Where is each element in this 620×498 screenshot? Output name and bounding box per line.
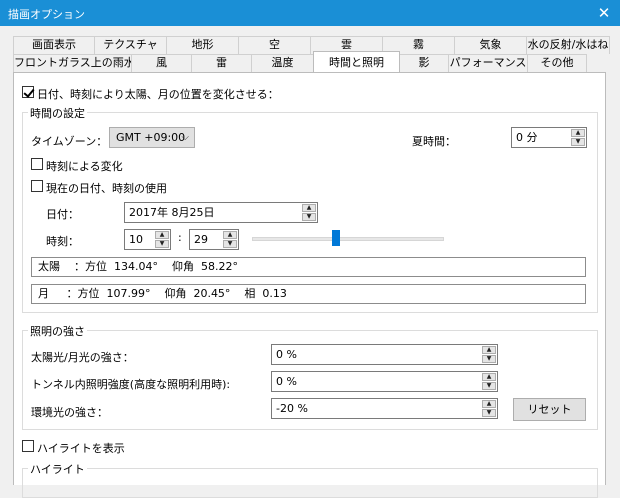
sun-moon-spinner[interactable]: ▲ ▼ — [482, 346, 496, 363]
timezone-value: GMT +09:00 — [116, 131, 186, 144]
date-spinner[interactable]: ▲ ▼ — [302, 204, 316, 221]
date-value: 2017年 8月25日 — [129, 206, 215, 219]
time-slider-track[interactable] — [252, 237, 444, 241]
date-label: 日付： — [46, 208, 79, 221]
ambient-spinner[interactable]: ▲ ▼ — [482, 400, 496, 417]
use-current-checkbox[interactable] — [31, 180, 43, 192]
reset-button[interactable]: リセット — [513, 398, 586, 421]
tab-display[interactable]: 画面表示 — [13, 36, 95, 54]
spin-down-icon[interactable]: ▼ — [571, 138, 585, 146]
spin-down-icon[interactable]: ▼ — [155, 240, 169, 248]
close-icon[interactable]: ✕ — [588, 0, 620, 26]
dst-value: 0 分 — [516, 131, 538, 144]
enable-sun-moon-checkbox[interactable] — [22, 86, 34, 98]
spin-down-icon[interactable]: ▼ — [302, 213, 316, 221]
tunnel-intensity-value: 0 % — [276, 375, 297, 388]
tab-lightning[interactable]: 雷 — [191, 54, 252, 72]
sun-moon-intensity-value: 0 % — [276, 348, 297, 361]
window-title: 描画オプション — [8, 8, 85, 21]
highlight-legend: ハイライト — [28, 461, 87, 477]
spin-up-icon[interactable]: ▲ — [571, 129, 585, 137]
time-slider-thumb[interactable] — [332, 230, 341, 246]
tab-terrain[interactable]: 地形 — [166, 36, 239, 54]
time-label: 時刻： — [46, 235, 79, 248]
show-highlight-checkbox[interactable] — [22, 440, 34, 452]
hour-value: 10 — [129, 233, 143, 246]
timezone-select[interactable]: GMT +09:00 ⌵ — [109, 127, 195, 148]
ambient-intensity-value: -20 % — [276, 402, 308, 415]
sun-position-info: 太陽 ：方位 134.04° 仰角 58.22° — [31, 257, 586, 277]
dst-label: 夏時間： — [412, 135, 456, 148]
tab-sky[interactable]: 空 — [238, 36, 311, 54]
time-colon: : — [178, 231, 182, 244]
spin-up-icon[interactable]: ▲ — [302, 204, 316, 212]
hour-spinner[interactable]: ▲ ▼ — [155, 231, 169, 248]
use-current-label: 現在の日付、時刻の使用 — [46, 182, 167, 195]
tab-shadow[interactable]: 影 — [399, 54, 449, 72]
ambient-intensity-label: 環境光の強さ： — [31, 406, 108, 419]
spin-up-icon[interactable]: ▲ — [223, 231, 237, 239]
tab-row-top: 画面表示 テクスチャ 地形 空 雲 霧 気象 水の反射/水はね — [13, 36, 610, 54]
tab-time-lighting[interactable]: 時間と照明 — [313, 51, 400, 72]
tab-wind[interactable]: 風 — [131, 54, 192, 72]
dst-field[interactable]: 0 分 ▲ ▼ — [511, 127, 587, 148]
spin-down-icon[interactable]: ▼ — [223, 240, 237, 248]
spin-up-icon[interactable]: ▲ — [482, 346, 496, 354]
spin-down-icon[interactable]: ▼ — [482, 409, 496, 417]
ambient-intensity-field[interactable]: -20 % ▲ ▼ — [271, 398, 498, 419]
time-settings-legend: 時間の設定 — [28, 105, 87, 121]
change-by-time-label: 時刻による変化 — [46, 160, 123, 173]
tab-water-reflection[interactable]: 水の反射/水はね — [526, 36, 610, 54]
title-bar: 描画オプション ✕ — [0, 0, 620, 26]
options-window: 描画オプション ✕ 画面表示 テクスチャ 地形 空 雲 霧 気象 水の反射/水は… — [0, 0, 620, 498]
minute-value: 29 — [194, 233, 208, 246]
tunnel-intensity-field[interactable]: 0 % ▲ ▼ — [271, 371, 498, 392]
lighting-intensity-legend: 照明の強さ — [28, 323, 87, 339]
tab-row-bottom: フロントガラス上の雨水 風 雷 温度 時間と照明 影 パフォーマンス その他 — [13, 51, 587, 72]
tab-temperature[interactable]: 温度 — [251, 54, 314, 72]
minute-field[interactable]: 29 ▲ ▼ — [189, 229, 239, 250]
enable-sun-moon-label: 日付、時刻により太陽、月の位置を変化させる： — [37, 88, 279, 101]
tunnel-spinner[interactable]: ▲ ▼ — [482, 373, 496, 390]
tab-performance[interactable]: パフォーマンス — [448, 54, 528, 72]
moon-position-info: 月 ：方位 107.99° 仰角 20.45° 相 0.13 — [31, 284, 586, 304]
tab-windshield-rain[interactable]: フロントガラス上の雨水 — [13, 54, 132, 72]
spin-up-icon[interactable]: ▲ — [482, 400, 496, 408]
timezone-label: タイムゾーン： — [31, 135, 108, 148]
date-field[interactable]: 2017年 8月25日 ▲ ▼ — [124, 202, 318, 223]
show-highlight-label: ハイライトを表示 — [37, 442, 125, 455]
sun-moon-intensity-label: 太陽光/月光の強さ： — [31, 351, 134, 364]
highlight-group — [22, 468, 598, 498]
tab-texture[interactable]: テクスチャ — [94, 36, 167, 54]
change-by-time-checkbox[interactable] — [31, 158, 43, 170]
tunnel-intensity-label: トンネル内照明強度(高度な照明利用時): — [31, 378, 231, 391]
spin-up-icon[interactable]: ▲ — [155, 231, 169, 239]
spin-down-icon[interactable]: ▼ — [482, 382, 496, 390]
tab-other[interactable]: その他 — [527, 54, 587, 72]
dst-spinner[interactable]: ▲ ▼ — [571, 129, 585, 146]
minute-spinner[interactable]: ▲ ▼ — [223, 231, 237, 248]
sun-moon-intensity-field[interactable]: 0 % ▲ ▼ — [271, 344, 498, 365]
hour-field[interactable]: 10 ▲ ▼ — [124, 229, 171, 250]
spin-up-icon[interactable]: ▲ — [482, 373, 496, 381]
panel-right-edge — [606, 72, 620, 485]
chevron-down-icon: ⌵ — [181, 132, 189, 143]
tab-weather[interactable]: 気象 — [454, 36, 527, 54]
spin-down-icon[interactable]: ▼ — [482, 355, 496, 363]
